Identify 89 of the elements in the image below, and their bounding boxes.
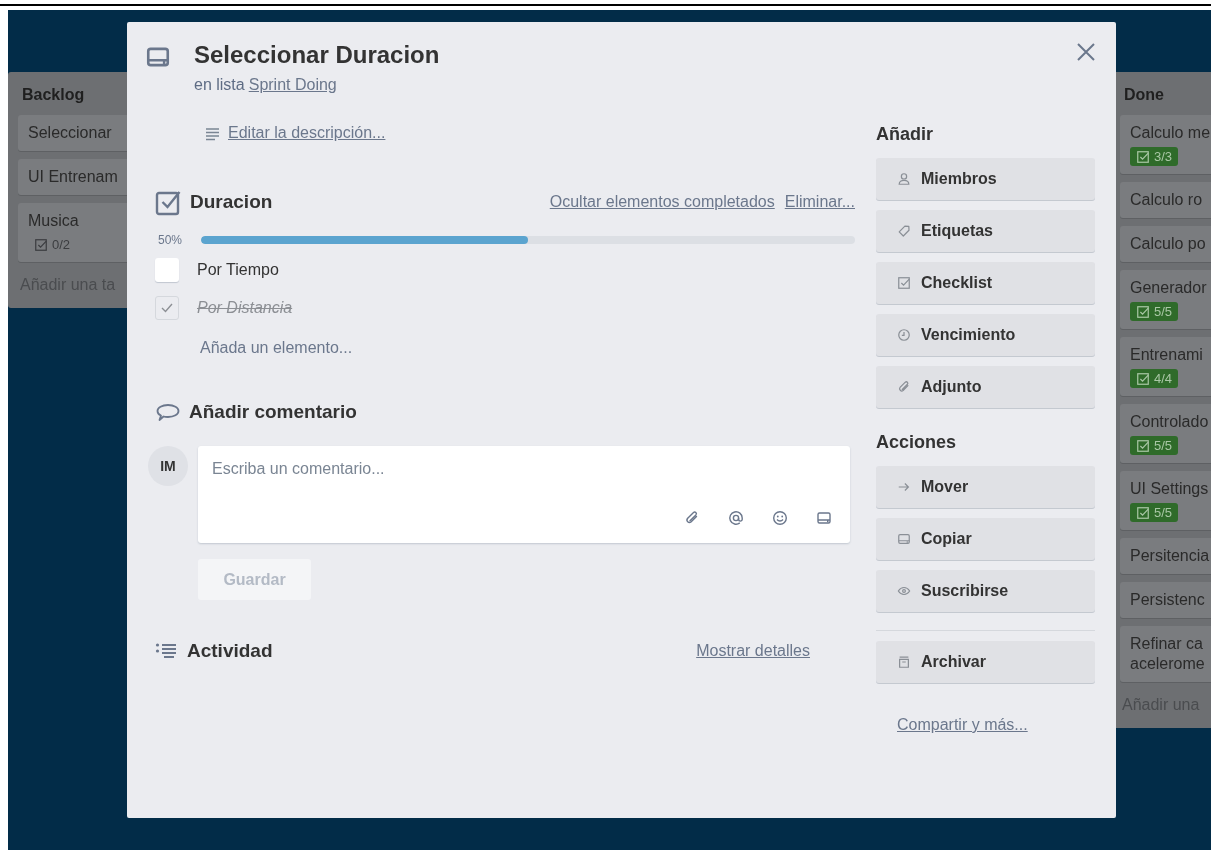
show-details-link[interactable]: Mostrar detalles [696, 642, 810, 660]
sidebar-button[interactable]: Etiquetas [876, 210, 1095, 252]
checkbox-icon [1136, 505, 1150, 520]
card[interactable]: UI Entrenam [18, 159, 127, 195]
edit-description-link[interactable]: Editar la descripción... [228, 124, 386, 142]
card-title: Refinar ca acelerome [1130, 634, 1205, 674]
card-title: Generador [1130, 278, 1207, 298]
checklist-count: 5/5 [1154, 438, 1173, 453]
card[interactable]: Calculo po [1120, 226, 1211, 262]
card-title: Calculo po [1130, 234, 1206, 254]
checklist-count: 0/2 [52, 237, 71, 252]
sidebar-button[interactable]: Archivar [876, 641, 1095, 683]
hide-completed-link[interactable]: Ocultar elementos completados [549, 193, 775, 211]
checkbox[interactable] [155, 258, 179, 282]
checkbox-icon [1136, 371, 1150, 386]
checklist-count: 4/4 [1154, 371, 1173, 386]
delete-link[interactable]: Eliminar... [784, 193, 855, 211]
card-title: Entrenami [1130, 345, 1203, 365]
checklist-count: 3/3 [1154, 149, 1173, 164]
sidebar-button[interactable]: Checklist [876, 262, 1095, 304]
card-title: Controlado [1130, 412, 1209, 432]
card[interactable]: Persitencia [1120, 538, 1211, 574]
close-icon[interactable] [1076, 42, 1096, 62]
emoji-icon[interactable] [772, 510, 788, 526]
arrow-icon [897, 480, 911, 494]
card[interactable]: Seleccionar [18, 115, 127, 151]
checkbox-icon [155, 188, 182, 216]
checkmark-icon [160, 301, 174, 315]
card-title: Persitencia [1130, 546, 1210, 566]
comment-field[interactable]: Escriba un comentario... [212, 460, 836, 478]
card-title: Seleccionar [28, 123, 112, 143]
card[interactable]: Generador 5/5 [1120, 270, 1211, 329]
tag-icon [897, 224, 911, 238]
avatar[interactable]: IM [148, 446, 188, 486]
sidebar-heading: Acciones [876, 431, 958, 453]
checklist-item: Por Distancia [197, 299, 293, 317]
card-title: UI Settings [1130, 479, 1209, 499]
comment-icon [155, 402, 181, 422]
card-icon [897, 532, 911, 546]
card[interactable]: Persistenc [1120, 582, 1211, 618]
sidebar-button[interactable]: Miembros [876, 158, 1095, 200]
clock-icon [897, 328, 911, 342]
card[interactable]: Controlado 5/5 [1120, 404, 1211, 463]
eye-icon [897, 584, 911, 598]
share-link[interactable]: Compartir y más... [897, 715, 1095, 735]
progress-percent: 50% [158, 233, 184, 247]
paperclip-icon [897, 380, 911, 394]
sidebar-button[interactable]: Adjunto [876, 366, 1095, 408]
checkbox-icon [1136, 438, 1150, 453]
sidebar-button[interactable]: Mover [876, 466, 1095, 508]
sidebar-heading: Añadir [876, 123, 934, 145]
list-label: en lista [194, 75, 245, 95]
card[interactable]: Calculo ro [1120, 182, 1211, 218]
checklist-count: 5/5 [1154, 505, 1173, 520]
archive-icon [897, 655, 911, 669]
card-icon[interactable] [816, 510, 832, 526]
checklist-item: Por Tiempo [197, 261, 279, 279]
checkbox-icon [1136, 149, 1150, 164]
mention-icon[interactable] [728, 510, 744, 526]
card-title: Seleccionar Duracion [194, 40, 440, 70]
sidebar-button[interactable]: Vencimiento [876, 314, 1095, 356]
checkbox-icon [1136, 304, 1150, 319]
card[interactable]: Musica 0/2 [18, 203, 127, 262]
card-title: Persistenc [1130, 590, 1205, 610]
sidebar-button[interactable]: Copiar [876, 518, 1095, 560]
list-link[interactable]: Sprint Doing [248, 75, 337, 95]
card-title: UI Entrenam [28, 167, 118, 187]
checklist-count: 5/5 [1154, 304, 1173, 319]
card-title: Calculo ro [1130, 190, 1203, 210]
description-icon [205, 125, 220, 141]
card[interactable]: Calculo me 3/3 [1120, 115, 1211, 174]
sidebar-button[interactable]: Suscribirse [876, 570, 1095, 612]
add-item-link[interactable]: Añada un elemento... [200, 338, 353, 358]
card[interactable]: Refinar ca acelerome [1120, 626, 1211, 682]
list-title: Done [1124, 85, 1164, 105]
card[interactable]: Entrenami 4/4 [1120, 337, 1211, 396]
paperclip-icon[interactable] [684, 510, 700, 526]
checkbox-icon [897, 276, 911, 290]
section-title: Actividad [187, 640, 273, 662]
card-title: Musica [28, 211, 79, 231]
activity-icon [155, 642, 179, 660]
list-title: Backlog [22, 85, 85, 105]
checkbox[interactable] [155, 296, 179, 320]
section-title: Añadir comentario [189, 401, 357, 423]
card-title: Calculo me [1130, 123, 1211, 143]
checkbox-icon [34, 237, 48, 252]
card[interactable]: UI Settings 5/5 [1120, 471, 1211, 530]
checklist-title: Duracion [190, 191, 273, 213]
person-icon [897, 172, 911, 186]
